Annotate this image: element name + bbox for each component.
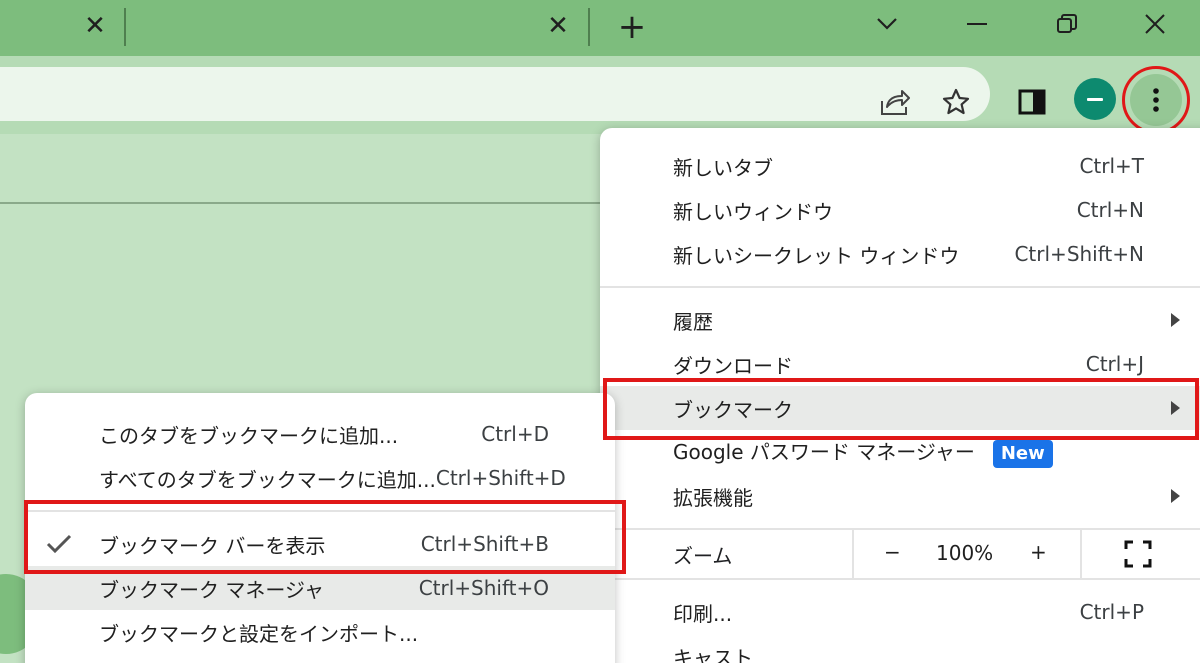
share-icon[interactable] [874,82,914,122]
submenu-arrow-icon [1171,313,1180,327]
highlight-box-show-bookmark-bar [24,500,626,574]
menu-item-extensions[interactable]: 拡張機能 [600,474,1200,518]
new-badge: New [992,440,1053,468]
menu-item-shortcut: Ctrl+D [481,422,549,446]
menu-item-label: 印刷... [673,601,733,626]
menu-item-label: 新しいウィンドウ [673,199,833,224]
zoom-level: 100% [936,541,994,565]
menu-item-label: ブックマーク マネージャ [99,577,324,602]
menu-item-label: キャスト [673,645,753,663]
menu-item-shortcut: Ctrl+Shift+D [435,466,566,490]
menu-item-print[interactable]: 印刷... Ctrl+P [600,590,1200,634]
zoom-label: ズーム [673,543,733,568]
menu-item-label: 拡張機能 [673,485,753,510]
menu-item-label: このタブをブックマークに追加... [99,423,399,448]
menu-item-label: Google パスワード マネージャー [673,440,975,464]
menu-item-new-window[interactable]: 新しいウィンドウ Ctrl+N [600,188,1200,232]
tab-close-icon[interactable]: ✕ [542,10,574,42]
menu-item-shortcut: Ctrl+J [1085,352,1144,376]
menu-separator [600,578,1200,580]
highlight-box-bookmarks [603,378,1199,440]
menu-item-shortcut: Ctrl+Shift+O [418,576,549,600]
address-bar[interactable] [0,67,990,121]
browser-toolbar [0,56,1200,134]
menu-item-new-tab[interactable]: 新しいタブ Ctrl+T [600,144,1200,188]
menu-item-label: すべてのタブをブックマークに追加... [99,467,436,492]
menu-item-new-incognito-window[interactable]: 新しいシークレット ウィンドウ Ctrl+Shift+N [600,232,1200,276]
submenu-arrow-icon [1171,489,1180,503]
menu-item-label: ダウンロード [673,353,793,378]
submenu-item-import-bookmarks[interactable]: ブックマークと設定をインポート... [25,610,615,654]
menu-item-history[interactable]: 履歴 [600,298,1200,342]
zoom-in-button[interactable]: + [1030,540,1047,564]
profile-avatar[interactable] [1074,78,1116,120]
bookmark-star-icon[interactable] [936,82,976,122]
menu-item-shortcut: Ctrl+P [1079,600,1144,624]
tab-search-chevron-icon[interactable] [864,4,910,44]
tab-separator [124,8,126,46]
menu-item-label: 履歴 [673,309,713,334]
menu-item-shortcut: Ctrl+N [1076,198,1144,222]
menu-item-shortcut: Ctrl+Shift+N [1014,242,1144,266]
submenu-item-bookmark-this-tab[interactable]: このタブをブックマークに追加... Ctrl+D [25,412,615,456]
menu-item-shortcut: Ctrl+T [1079,154,1144,178]
side-panel-icon[interactable] [1012,82,1052,122]
submenu-item-bookmark-all-tabs[interactable]: すべてのタブをブックマークに追加... Ctrl+Shift+D [25,456,615,500]
menu-item-label: 新しいシークレット ウィンドウ [673,243,960,268]
new-tab-button[interactable]: + [612,8,652,46]
window-close-icon[interactable] [1132,4,1178,44]
fullscreen-icon[interactable] [1124,540,1152,568]
restore-icon[interactable] [1044,4,1090,44]
content-divider [0,202,640,204]
zoom-out-button[interactable]: − [884,540,901,564]
tab-separator [588,8,590,46]
minimize-icon[interactable] [954,4,1000,44]
tab-close-icon[interactable]: ✕ [79,10,111,42]
highlight-circle [1122,66,1190,134]
tab-strip: ✕ ✕ + [0,0,1200,56]
menu-zoom-row: ズーム − 100% + [600,528,1200,578]
menu-item-label: 新しいタブ [673,155,773,180]
menu-item-cast[interactable]: キャスト [600,634,1200,663]
menu-separator [600,286,1200,288]
menu-item-label: ブックマークと設定をインポート... [99,621,419,646]
